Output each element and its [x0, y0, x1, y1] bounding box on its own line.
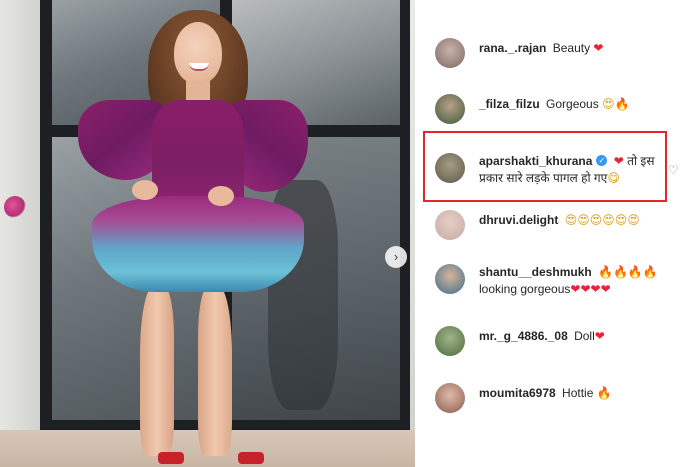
- avatar[interactable]: [435, 38, 465, 68]
- left-hand: [132, 180, 158, 200]
- comment-text: Doll: [574, 329, 595, 343]
- heart-eyes-emoji: 😍😍😍😍😍😍: [564, 213, 640, 227]
- dress-skirt: [92, 196, 304, 292]
- heart-emoji: ❤: [593, 41, 604, 55]
- left-leg: [140, 286, 174, 456]
- comment-text: Gorgeous: [546, 97, 599, 111]
- wall: [0, 0, 40, 467]
- avatar[interactable]: [435, 264, 465, 294]
- fire-emoji: 🔥: [596, 386, 612, 400]
- heart-eyes-fire-emoji: 😍🔥: [602, 97, 630, 111]
- comment-item: rana._.rajan Beauty ❤: [435, 38, 685, 68]
- comment-item: dhruvi.delight 😍😍😍😍😍😍: [435, 210, 685, 240]
- left-shoe: [158, 452, 184, 464]
- heart-emoji: ❤: [594, 329, 605, 343]
- comment-username[interactable]: dhruvi.delight: [479, 213, 558, 227]
- right-shoe: [238, 452, 264, 464]
- avatar[interactable]: [435, 326, 465, 356]
- avatar[interactable]: [435, 94, 465, 124]
- plant-flower: [4, 196, 26, 218]
- comment-username[interactable]: mr._g_4886._08: [479, 329, 568, 343]
- comment-text-line2: looking gorgeous: [479, 282, 571, 296]
- comment-text: Beauty: [552, 41, 591, 55]
- comment-item: _filza_filzu Gorgeous 😍🔥: [435, 94, 685, 124]
- heart-like-icon[interactable]: ♡: [668, 163, 679, 177]
- comment-username[interactable]: moumita6978: [479, 386, 556, 400]
- comment-item: moumita6978 Hottie 🔥: [435, 383, 685, 413]
- comment-item: shantu__deshmukh 🔥🔥🔥🔥 looking gorgeous❤❤…: [435, 264, 685, 298]
- highlight-box: [423, 131, 667, 202]
- right-hand: [208, 186, 234, 206]
- comment-username[interactable]: rana._.rajan: [479, 41, 546, 55]
- right-leg: [198, 286, 232, 456]
- avatar[interactable]: [435, 210, 465, 240]
- comments-panel: rana._.rajan Beauty ❤ _filza_filzu Gorge…: [415, 0, 700, 467]
- avatar[interactable]: [435, 383, 465, 413]
- heart-emoji: ❤❤❤❤: [570, 282, 611, 296]
- comment-username[interactable]: shantu__deshmukh: [479, 265, 592, 279]
- comment-username[interactable]: _filza_filzu: [479, 97, 540, 111]
- comment-item: mr._g_4886._08 Doll❤: [435, 326, 685, 356]
- post-photo[interactable]: ›: [0, 0, 415, 467]
- fire-emoji: 🔥🔥🔥🔥: [598, 265, 658, 279]
- next-arrow-icon[interactable]: ›: [385, 246, 407, 268]
- face: [174, 22, 222, 84]
- comment-text: Hottie: [562, 386, 594, 400]
